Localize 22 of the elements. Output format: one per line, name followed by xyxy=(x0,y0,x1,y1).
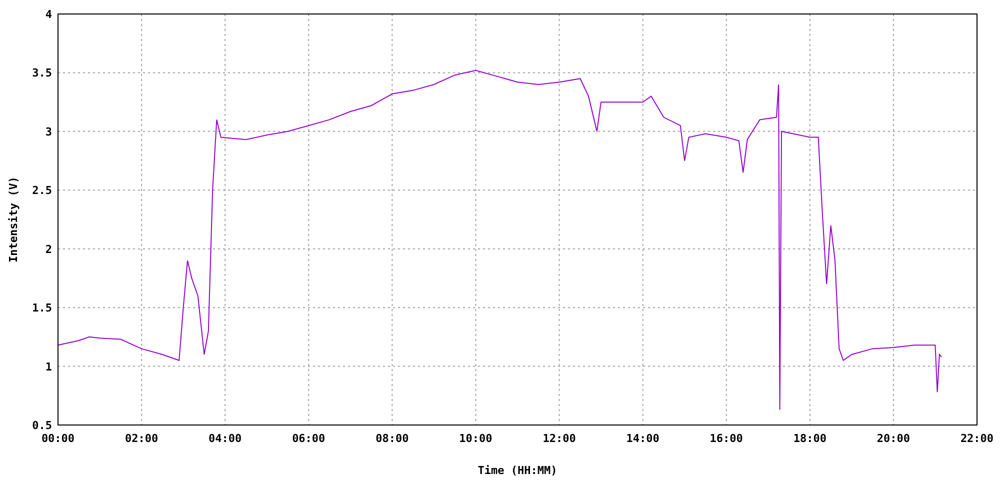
x-tick-label: 06:00 xyxy=(292,432,326,445)
x-tick-label: 10:00 xyxy=(459,432,492,445)
x-tick-label: 14:00 xyxy=(626,432,660,445)
y-tick-label: 1.5 xyxy=(32,302,52,315)
y-tick-label: 3 xyxy=(45,125,52,138)
y-axis-title: Intensity (V) xyxy=(7,176,20,263)
y-tick-label: 4 xyxy=(45,8,52,21)
x-tick-label: 20:00 xyxy=(876,432,910,445)
x-tick-label: 00:00 xyxy=(41,432,75,445)
x-tick-label: 18:00 xyxy=(793,432,826,445)
y-tick-label: 1 xyxy=(45,360,52,374)
x-tick-label: 12:00 xyxy=(542,432,576,445)
x-tick-label: 22:00 xyxy=(960,432,994,445)
x-tick-label: 02:00 xyxy=(124,432,158,445)
x-tick-label: 08:00 xyxy=(376,432,409,445)
x-tick-label: 04:00 xyxy=(208,432,242,445)
y-tick-label: 2.5 xyxy=(32,184,52,198)
x-axis-title: Time (HH:MM) xyxy=(478,464,558,477)
y-tick-label: 3.5 xyxy=(32,66,52,80)
y-tick-label: 0.5 xyxy=(32,419,52,432)
y-tick-label: 2 xyxy=(45,242,52,256)
x-tick-label: 16:00 xyxy=(710,432,743,445)
